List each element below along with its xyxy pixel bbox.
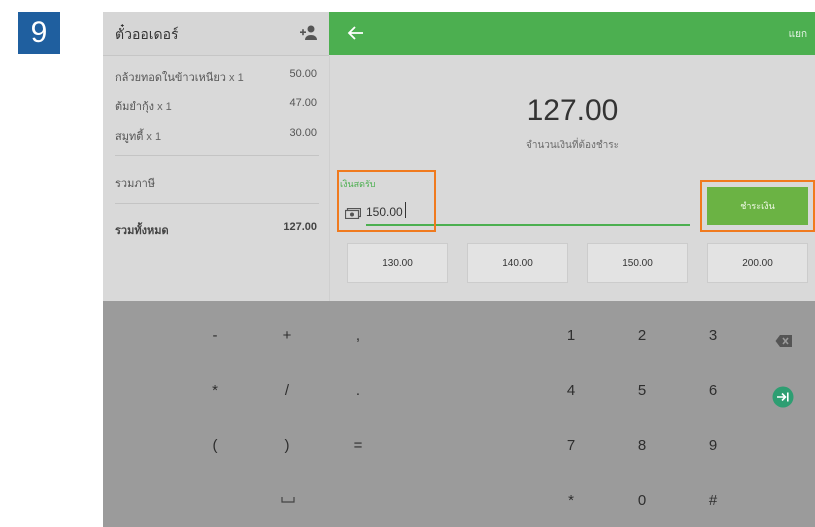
payment-header: แยก xyxy=(329,12,815,55)
payment-body: 127.00 จำนวนเงินที่ต้องชำระ เงินสดรับ ชำ… xyxy=(330,56,815,301)
divider xyxy=(115,203,319,204)
item-name: สมูทตี้ xyxy=(115,131,144,143)
key-5[interactable]: 5 xyxy=(622,376,662,406)
ticket-header: ตั๋วออเดอร์ xyxy=(103,12,329,56)
divider xyxy=(115,155,319,156)
key-7[interactable]: 7 xyxy=(551,431,591,461)
key-1[interactable]: 1 xyxy=(551,321,591,351)
ticket-item: ต้มยำกุ้ง x 1 47.00 xyxy=(115,97,319,117)
split-button[interactable]: แยก xyxy=(789,27,807,42)
key-9[interactable]: 9 xyxy=(693,431,733,461)
item-name: ต้มยำกุ้ง xyxy=(115,101,155,113)
key-equals[interactable]: = xyxy=(338,431,378,461)
quick-amount-button[interactable]: 200.00 xyxy=(707,243,808,283)
ticket-title: ตั๋วออเดอร์ xyxy=(115,26,179,42)
amount-due: 127.00 xyxy=(526,94,619,127)
key-comma[interactable]: , xyxy=(338,321,378,351)
key-0[interactable]: 0 xyxy=(622,486,662,516)
key-asterisk[interactable]: * xyxy=(195,376,235,406)
key-6[interactable]: 6 xyxy=(693,376,733,406)
item-qty: x 1 xyxy=(146,131,162,143)
key-8[interactable]: 8 xyxy=(622,431,662,461)
item-qty: x 1 xyxy=(229,72,244,84)
total-value: 127.00 xyxy=(283,221,317,233)
ticket-list: กล้วยทอดในข้าวเหนียว x 1 50.00 ต้มยำกุ้ง… xyxy=(103,56,330,301)
key-period[interactable]: . xyxy=(338,376,378,406)
key-close-paren[interactable]: ) xyxy=(267,431,307,461)
item-qty: x 1 xyxy=(157,101,172,113)
key-hash[interactable]: # xyxy=(693,486,733,516)
key-open-paren[interactable]: ( xyxy=(195,431,235,461)
total-row: รวมทั้งหมด 127.00 xyxy=(115,221,319,241)
item-price: 30.00 xyxy=(289,127,317,139)
cash-input-highlight xyxy=(337,170,436,232)
tax-label: รวมภาษี xyxy=(115,178,156,190)
tax-row: รวมภาษี xyxy=(115,174,319,194)
space-icon[interactable] xyxy=(281,497,295,503)
quick-amount-button[interactable]: 140.00 xyxy=(467,243,568,283)
key-minus[interactable]: - xyxy=(195,321,235,351)
numeric-keyboard: - + , 1 2 3 * / . 4 5 6 ( ) = 7 8 9 * 0 … xyxy=(103,301,815,527)
ticket-item: สมูทตี้ x 1 30.00 xyxy=(115,127,319,147)
item-name: กล้วยทอดในข้าวเหนียว xyxy=(115,72,226,84)
key-2[interactable]: 2 xyxy=(622,321,662,351)
total-label: รวมทั้งหมด xyxy=(115,225,169,237)
item-price: 47.00 xyxy=(289,97,317,109)
quick-amount-button[interactable]: 130.00 xyxy=(347,243,448,283)
item-price: 50.00 xyxy=(289,68,317,80)
ticket-item: กล้วยทอดในข้าวเหนียว x 1 50.00 xyxy=(115,68,319,88)
key-4[interactable]: 4 xyxy=(551,376,591,406)
step-badge: 9 xyxy=(18,12,60,54)
amount-due-caption: จำนวนเงินที่ต้องชำระ xyxy=(525,140,620,151)
back-arrow-icon[interactable] xyxy=(347,25,365,41)
go-icon[interactable] xyxy=(772,386,794,408)
key-star[interactable]: * xyxy=(551,486,591,516)
key-3[interactable]: 3 xyxy=(693,321,733,351)
charge-button-highlight xyxy=(700,180,815,232)
add-customer-icon[interactable] xyxy=(299,24,319,42)
key-slash[interactable]: / xyxy=(267,376,307,406)
key-plus[interactable]: + xyxy=(267,321,307,351)
quick-amount-button[interactable]: 150.00 xyxy=(587,243,688,283)
pos-screen: ตั๋วออเดอร์ กล้วยทอดในข้าวเหนียว x 1 50.… xyxy=(103,12,815,527)
backspace-icon[interactable] xyxy=(775,334,793,348)
